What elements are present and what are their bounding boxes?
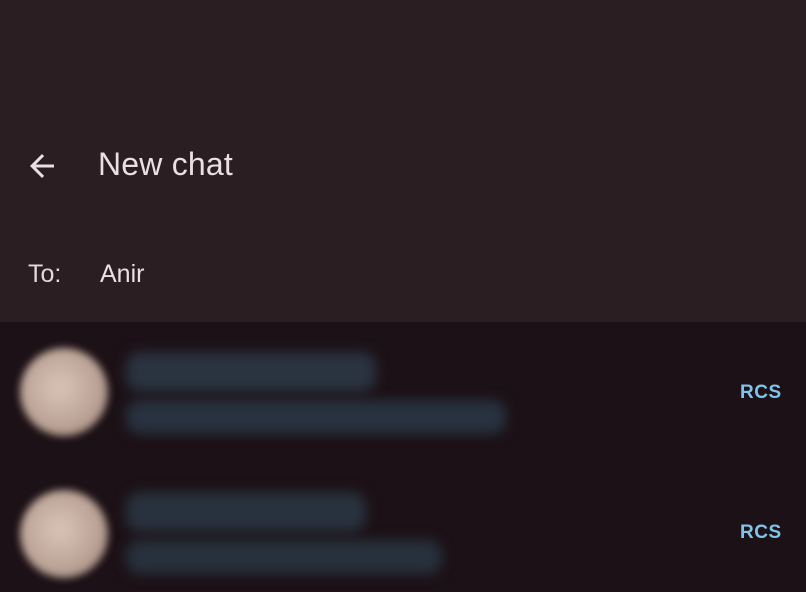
contact-suggestion-list: RCS RCS [0,322,806,592]
contact-number-redacted [126,400,506,434]
new-chat-screen: New chat To: RCS RCS [0,0,806,592]
contact-name-redacted [126,352,376,392]
arrow-left-icon [30,154,54,178]
page-title: New chat [98,146,233,182]
recipient-label: To: [28,260,62,288]
contact-name-redacted [126,492,366,532]
contact-avatar [20,490,108,578]
rcs-badge: RCS [740,522,782,543]
header-area: New chat To: [0,0,806,322]
contact-avatar [20,348,108,436]
rcs-badge: RCS [740,382,782,403]
recipient-input[interactable] [100,256,700,292]
contact-suggestion[interactable]: RCS [0,462,806,592]
contact-suggestion[interactable]: RCS [0,322,806,462]
contact-number-redacted [126,540,442,574]
recipient-row: To: [0,244,806,304]
app-bar: New chat [0,126,806,206]
back-button[interactable] [18,144,66,188]
